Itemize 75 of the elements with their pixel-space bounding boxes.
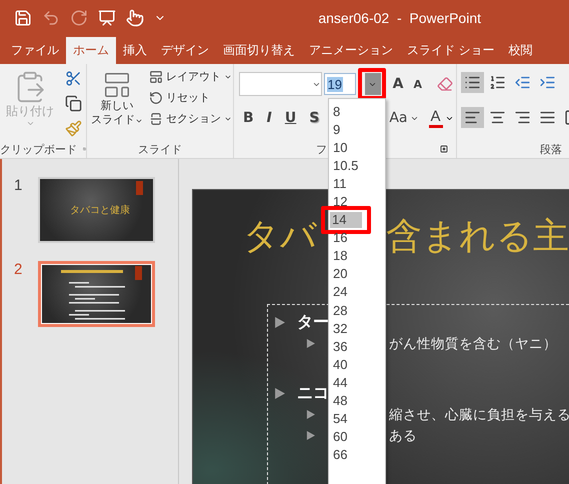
group-label: クリップボード	[0, 142, 77, 156]
bullet-text: ある	[389, 426, 417, 444]
align-left-icon[interactable]	[461, 107, 484, 128]
ribbon-tab[interactable]: ホーム	[66, 37, 116, 64]
font-size-option[interactable]: 32	[331, 319, 373, 338]
text-style-button[interactable]: S	[305, 110, 324, 126]
font-size-option[interactable]: 36	[331, 337, 373, 356]
slide-thumbnail[interactable]: タバコと健康	[38, 177, 155, 243]
slide-number: 1	[13, 177, 24, 194]
font-name-field[interactable]	[239, 72, 322, 96]
dialog-launcher-icon[interactable]	[440, 145, 448, 153]
slide-number: 2	[13, 261, 24, 278]
font-size-option[interactable]: 18	[331, 246, 373, 265]
ribbon-tab[interactable]: ファイル	[4, 37, 66, 64]
bullet-triangle-icon	[306, 410, 315, 419]
slide-layout-icon	[102, 70, 132, 100]
bullet-text: 縮させ、心臓に負担を与える	[389, 406, 569, 424]
shrink-font-button[interactable]: A	[409, 78, 426, 90]
group-label: フ	[316, 142, 327, 156]
ribbon-tab[interactable]: 画面切り替え	[216, 37, 302, 64]
font-size-option[interactable]: 44	[331, 373, 373, 392]
bullet-triangle-icon	[306, 339, 315, 348]
font-color-button[interactable]: A	[428, 108, 443, 128]
change-case-button[interactable]: Aa	[387, 110, 421, 126]
ribbon-tab[interactable]: 挿入	[116, 37, 154, 64]
group-label: スライド	[138, 142, 182, 156]
font-size-option[interactable]: 60	[331, 428, 373, 446]
slide-thumbnail[interactable]	[38, 261, 155, 327]
slide-title: 含まれる主	[386, 214, 569, 258]
bullet-text: ニコ	[297, 384, 329, 404]
ribbon-button[interactable]: レイアウト	[147, 68, 234, 85]
caret-icon	[26, 119, 34, 128]
bullet-text: がん性物質を含む（ヤニ）	[389, 334, 557, 352]
font-size-option[interactable]: 40	[331, 355, 373, 374]
section-icon	[149, 112, 163, 126]
ribbon-tab[interactable]: デザイン	[154, 37, 216, 64]
font-size-option[interactable]: 66	[331, 446, 373, 464]
font-size-option[interactable]: 8	[331, 102, 373, 120]
bullet-triangle-icon	[274, 388, 285, 398]
font-size-option[interactable]: 14	[329, 210, 363, 229]
bullet-text: ター	[297, 312, 329, 332]
font-size-field[interactable]: 19	[324, 73, 356, 95]
touch-hand-icon[interactable]	[126, 9, 144, 27]
ribbon-tab[interactable]: アニメーション	[302, 37, 400, 64]
grow-font-button[interactable]: A	[388, 76, 408, 92]
font-size-option[interactable]: 10.5	[331, 156, 373, 174]
bullet-triangle-icon	[274, 316, 285, 328]
font-size-option[interactable]: 48	[331, 392, 373, 410]
font-size-option[interactable]: 24	[331, 282, 373, 302]
ribbon-tab[interactable]: 校閲	[501, 37, 540, 64]
text-style-button[interactable]: I	[262, 110, 276, 126]
font-size-option[interactable]: 10	[331, 138, 373, 156]
ribbon-button[interactable]: セクション	[147, 110, 234, 127]
new-slide-button[interactable]: 新しい スライド	[89, 68, 145, 140]
font-size-option[interactable]: 11	[331, 174, 373, 192]
font-size-option[interactable]: 28	[331, 301, 373, 320]
font-size-option[interactable]: 54	[331, 410, 373, 428]
font-size-option[interactable]: 12	[331, 192, 373, 211]
font-size-option[interactable]: 9	[331, 120, 373, 138]
text-style-button[interactable]: B	[239, 110, 258, 126]
text-style-button[interactable]: U	[280, 110, 300, 126]
window-title: anser06-02 - PowerPoint	[318, 10, 481, 26]
slide-title: タバ	[242, 214, 318, 258]
group-label: 段落	[540, 142, 562, 156]
ribbon-tab[interactable]: スライド ショー	[400, 37, 502, 64]
save-icon[interactable]	[14, 9, 32, 27]
presentation-icon[interactable]	[98, 9, 116, 27]
reset-icon	[149, 90, 163, 104]
bullet-list-icon[interactable]	[461, 72, 484, 93]
layout-icon	[149, 70, 163, 84]
font-size-option[interactable]: 20	[331, 264, 373, 283]
font-size-option[interactable]: 16	[331, 228, 373, 247]
ribbon-button[interactable]: リセット	[147, 89, 234, 106]
font-size-dropdown-button[interactable]	[364, 73, 381, 95]
bullet-triangle-icon	[306, 431, 315, 440]
